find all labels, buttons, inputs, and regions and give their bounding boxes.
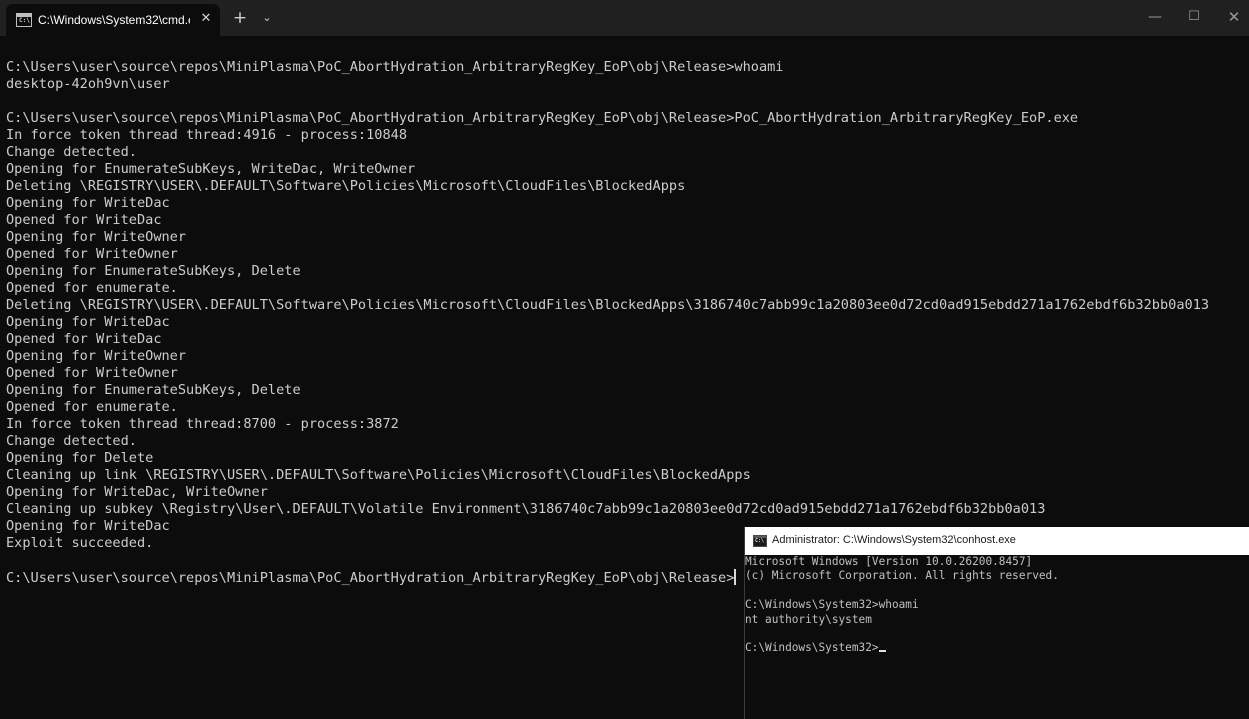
prompt-line[interactable]: C:\Windows\System32> [745, 641, 1059, 655]
console-line: Deleting \REGISTRY\USER\.DEFAULT\Softwar… [6, 297, 1210, 313]
console-line: In force token thread thread:8700 - proc… [6, 416, 399, 432]
console-line: C:\Users\user\source\repos\MiniPlasma\Po… [6, 59, 784, 75]
terminal-output[interactable]: C:\Users\user\source\repos\MiniPlasma\Po… [6, 59, 1209, 586]
terminal-icon-glyph: C:\ [19, 17, 30, 24]
console-line: C:\Windows\System32>whoami [745, 598, 919, 612]
terminal-icon: C:\ [16, 13, 32, 27]
console-line: Opening for WriteDac [6, 314, 170, 330]
console-line: Opening for EnumerateSubKeys, Delete [6, 263, 301, 279]
conhost-output[interactable]: Microsoft Windows [Version 10.0.26200.84… [745, 555, 1059, 656]
console-line: Opening for WriteDac, WriteOwner [6, 484, 268, 500]
tab-title: C:\Windows\System32\cmd.e [38, 13, 190, 27]
conhost-title: Administrator: C:\Windows\System32\conho… [772, 534, 1016, 546]
console-line: Cleaning up subkey \Registry\User\.DEFAU… [6, 501, 1046, 517]
console-line: Opening for Delete [6, 450, 154, 466]
console-line: Change detected. [6, 433, 137, 449]
console-line: Opened for WriteDac [6, 331, 162, 347]
console-line: Opened for enumerate. [6, 399, 178, 415]
chevron-down-icon[interactable]: ⌄ [257, 8, 277, 28]
text-cursor [878, 650, 886, 653]
console-line: Opening for EnumerateSubKeys, Delete [6, 382, 301, 398]
new-tab-button[interactable]: + [230, 8, 250, 28]
console-icon-glyph: C:\ [755, 538, 765, 544]
console-line: C:\Users\user\source\repos\MiniPlasma\Po… [6, 110, 1079, 126]
console-line: In force token thread thread:4916 - proc… [6, 127, 408, 143]
console-line: Opening for WriteDac [6, 195, 170, 211]
prompt-text: C:\Windows\System32> [745, 641, 879, 655]
console-line: Opening for WriteOwner [6, 348, 187, 364]
console-line: desktop-42oh9vn\user [6, 76, 170, 92]
console-line: Opened for WriteDac [6, 212, 162, 228]
console-line: Opened for enumerate. [6, 280, 178, 296]
close-window-button[interactable]: ✕ [1211, 0, 1249, 34]
tab-cmd[interactable]: C:\ C:\Windows\System32\cmd.e ✕ [6, 4, 220, 36]
console-line: Cleaning up link \REGISTRY\USER\.DEFAULT… [6, 467, 751, 483]
console-line: Change detected. [6, 144, 137, 160]
console-line: Opening for WriteOwner [6, 229, 187, 245]
console-line: (c) Microsoft Corporation. All rights re… [745, 569, 1059, 583]
console-line: nt authority\system [745, 612, 872, 626]
conhost-window[interactable]: C:\ Administrator: C:\Windows\System32\c… [744, 527, 1249, 719]
prompt-text: C:\Users\user\source\repos\MiniPlasma\Po… [6, 570, 735, 586]
console-line: Deleting \REGISTRY\USER\.DEFAULT\Softwar… [6, 178, 686, 194]
terminal-titlebar[interactable]: C:\ C:\Windows\System32\cmd.e ✕ + ⌄ — ☐ … [0, 0, 1249, 36]
console-line: Opening for EnumerateSubKeys, WriteDac, … [6, 161, 416, 177]
text-cursor [734, 569, 737, 585]
console-line: Opened for WriteOwner [6, 365, 178, 381]
close-tab-icon[interactable]: ✕ [198, 11, 214, 27]
console-line: Opened for WriteOwner [6, 246, 178, 262]
conhost-titlebar[interactable]: C:\ Administrator: C:\Windows\System32\c… [745, 527, 1249, 555]
console-icon: C:\ [753, 535, 767, 547]
console-line: Microsoft Windows [Version 10.0.26200.84… [745, 555, 1033, 568]
